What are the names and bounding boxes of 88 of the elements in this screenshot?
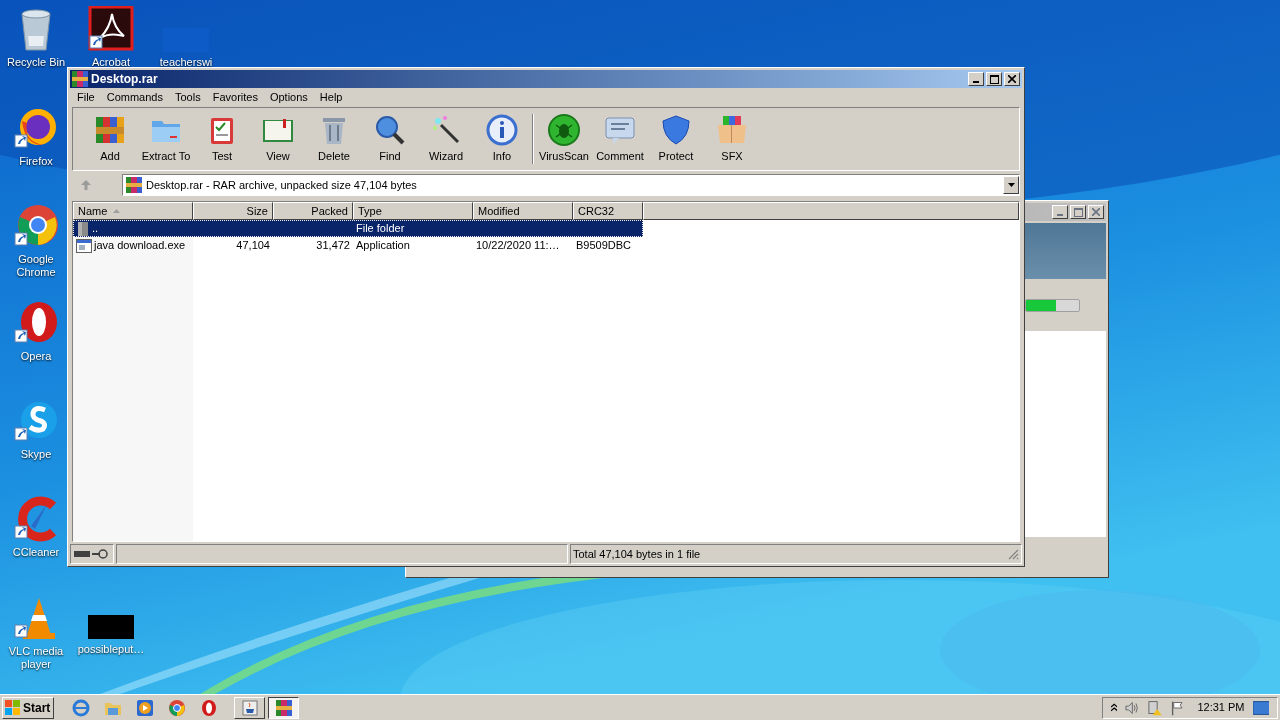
toolbar-button[interactable]: Extract To — [138, 111, 194, 167]
maximize-button[interactable] — [986, 72, 1002, 86]
clock[interactable]: 12:31 PM — [1197, 699, 1245, 716]
maximize-icon — [1073, 207, 1083, 217]
flag-icon[interactable] — [1170, 699, 1184, 716]
column-header[interactable]: Packed — [273, 202, 353, 220]
column-header[interactable]: Name — [73, 202, 193, 220]
close-button[interactable] — [1088, 205, 1104, 219]
toolbar-button[interactable]: View — [250, 111, 306, 167]
table-cell-text: Application — [356, 238, 410, 254]
windows-logo-icon — [5, 699, 21, 716]
bug-icon — [547, 113, 581, 148]
toolbar-button[interactable]: SFX — [704, 111, 760, 167]
key-icon — [92, 549, 108, 559]
internet-explorer-icon[interactable] — [72, 698, 90, 717]
close-icon — [1092, 208, 1100, 216]
close-icon — [1008, 75, 1016, 83]
file-thumbnail-icon — [88, 615, 134, 639]
address-text: Desktop.rar - RAR archive, unpacked size 47,104 bytes — [146, 177, 418, 193]
opera-icon — [13, 300, 59, 346]
resize-grip-icon — [1007, 548, 1019, 560]
menu-item[interactable]: File — [71, 89, 101, 106]
toolbar-button[interactable]: Wizard — [418, 111, 474, 167]
table-cell-text: 10/22/2020 11:… — [476, 238, 560, 254]
archive-icon — [275, 699, 292, 716]
desktop-icon-label[interactable]: Google Chrome — [1, 253, 71, 279]
menu-item[interactable]: Tools — [169, 89, 207, 106]
desktop-icon-label[interactable]: teacherswi — [159, 56, 213, 69]
folder-icon — [76, 220, 90, 237]
address-combobox[interactable]: Desktop.rar - RAR archive, unpacked size 47,104 bytes — [122, 174, 1020, 196]
toolbar-button[interactable]: Protect — [648, 111, 704, 167]
desktop-icon-label[interactable]: Acrobat — [92, 56, 130, 69]
speaker-icon[interactable] — [1125, 700, 1141, 715]
opera-icon[interactable] — [200, 698, 218, 717]
archive-icon — [72, 71, 88, 87]
coffee-cup-icon — [241, 699, 258, 716]
window-title: Desktop.rar — [91, 71, 158, 88]
caret-icon — [1007, 183, 1015, 187]
ccleaner-icon — [13, 496, 59, 542]
media-player-icon[interactable] — [136, 698, 154, 717]
status-text: Total 47,104 bytes in 1 file — [573, 546, 702, 562]
table-cell-text: File folder — [356, 221, 405, 237]
info-icon — [485, 113, 519, 148]
chrome-icon[interactable] — [168, 698, 186, 717]
menu-item[interactable]: Help — [313, 89, 349, 106]
desktop-icon-label[interactable]: Recycle Bin — [6, 56, 66, 69]
start-button[interactable]: Start — [2, 696, 54, 719]
up-arrow-icon — [80, 179, 92, 191]
table-cell-text: B9509DBC — [576, 238, 632, 254]
close-button[interactable] — [1004, 72, 1020, 86]
toolbar-button[interactable]: Delete — [306, 111, 362, 167]
toolbar-button[interactable]: Comment — [592, 111, 648, 167]
table-cell-text: 31,472 — [316, 238, 350, 254]
minimize-button[interactable] — [968, 72, 984, 86]
file-row[interactable]: .. File folder — [73, 220, 643, 237]
desktop-icon-label[interactable]: Skype — [20, 448, 52, 461]
menu-item[interactable]: Options — [263, 89, 314, 106]
taskbar-button[interactable] — [268, 696, 299, 719]
sort-arrow-icon — [113, 209, 121, 213]
toolbar-button[interactable]: Find — [362, 111, 418, 167]
application-icon — [76, 238, 92, 253]
network-warning-icon[interactable] — [1148, 699, 1163, 716]
column-header[interactable]: Size — [193, 202, 273, 220]
column-header[interactable]: Modified — [473, 202, 573, 220]
minimize-button[interactable] — [1052, 205, 1068, 219]
menu-item[interactable]: Commands — [100, 89, 169, 106]
chrome-icon — [13, 203, 59, 249]
desktop-icon-label[interactable]: Opera — [20, 350, 52, 363]
column-header[interactable]: CRC32 — [573, 202, 643, 220]
archive-icon — [126, 177, 142, 193]
acrobat-icon — [88, 6, 134, 52]
table-cell-text: .. — [92, 221, 99, 237]
maximize-button[interactable] — [1070, 205, 1086, 219]
toolbar-button[interactable]: Add — [82, 111, 138, 167]
chevron-up-icon[interactable] — [1111, 703, 1118, 712]
toolbar-button[interactable]: Test — [194, 111, 250, 167]
show-desktop-icon[interactable] — [1252, 700, 1269, 715]
menu-item[interactable]: Favorites — [206, 89, 264, 106]
table-cell-text: java download.exe — [94, 238, 186, 254]
dropdown-button[interactable] — [1003, 176, 1019, 194]
table-cell-text: 47,104 — [236, 238, 270, 254]
maximize-icon — [989, 74, 999, 84]
file-row[interactable]: java download.exe 47,104 31,472 Application 10/22/2020 11:… B9509DBC — [73, 237, 643, 254]
toolbar-button[interactable]: Info — [474, 111, 530, 167]
desktop-icon-label[interactable]: Firefox — [19, 155, 53, 168]
column-header[interactable]: Type — [353, 202, 473, 220]
drive-icon — [74, 551, 90, 557]
toolbar-button[interactable]: VirusScan — [536, 111, 592, 167]
